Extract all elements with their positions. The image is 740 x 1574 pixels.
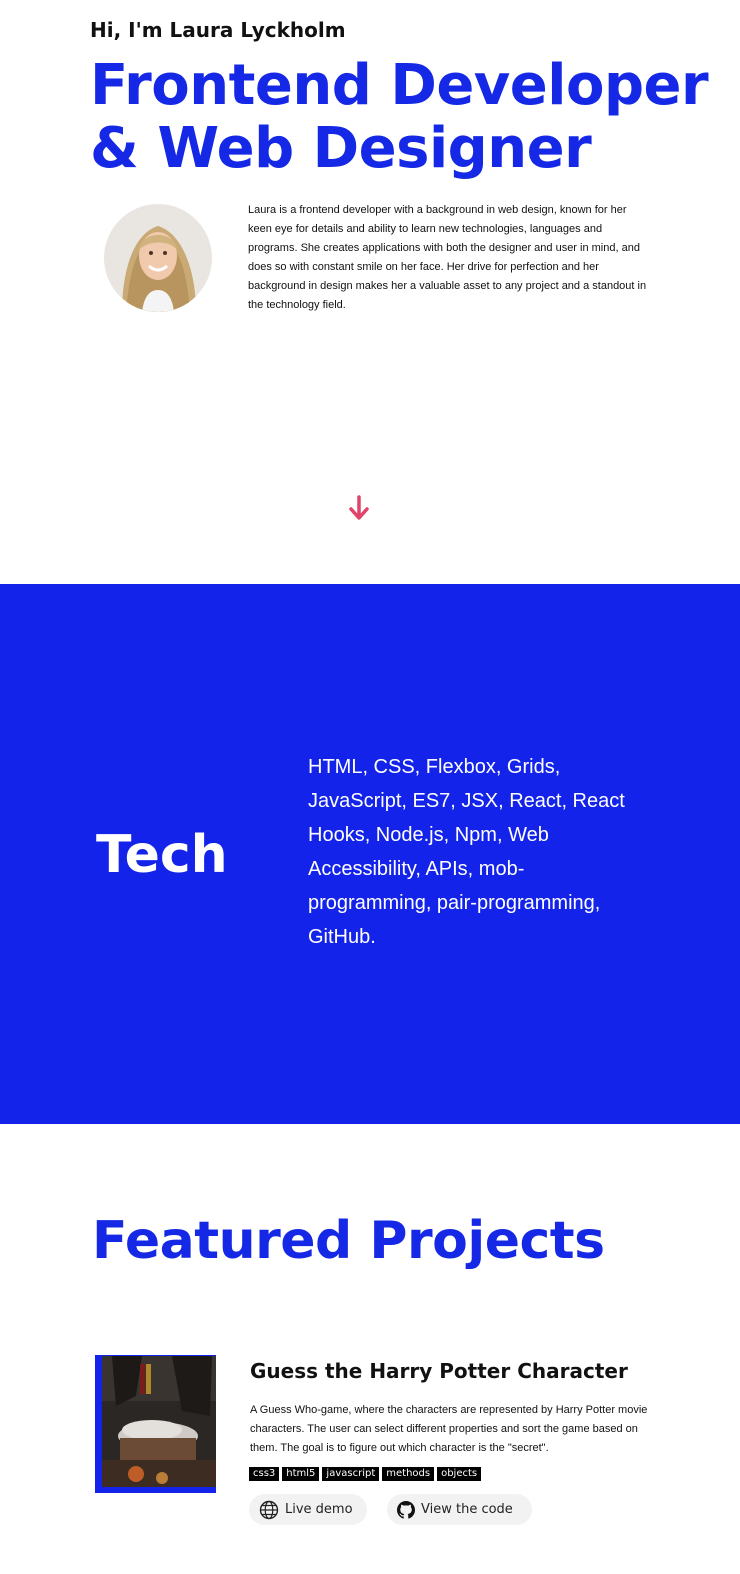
view-code-button[interactable]: View the code bbox=[387, 1494, 532, 1525]
headline-line-2: & Web Designer bbox=[90, 116, 592, 181]
project-title: Guess the Harry Potter Character bbox=[250, 1359, 628, 1383]
tech-title: Tech bbox=[96, 825, 228, 885]
featured-projects-title: Featured Projects bbox=[92, 1211, 605, 1271]
page-title: Frontend Developer & Web Designer bbox=[90, 54, 730, 180]
tag: methods bbox=[382, 1467, 435, 1481]
project-thumbnail[interactable] bbox=[95, 1355, 216, 1493]
tag: objects bbox=[437, 1467, 482, 1481]
tag: html5 bbox=[282, 1467, 320, 1481]
greeting: Hi, I'm Laura Lyckholm bbox=[90, 18, 346, 42]
tag: javascript bbox=[322, 1467, 380, 1481]
tag: css3 bbox=[249, 1467, 280, 1481]
project-image bbox=[102, 1356, 216, 1487]
view-code-label: View the code bbox=[421, 1502, 513, 1517]
arrow-down-icon[interactable] bbox=[346, 494, 372, 522]
bio-text: Laura is a frontend developer with a bac… bbox=[248, 204, 647, 311]
live-demo-label: Live demo bbox=[285, 1502, 353, 1517]
tech-list: HTML, CSS, Flexbox, Grids, JavaScript, E… bbox=[308, 756, 625, 948]
avatar bbox=[104, 204, 212, 312]
live-demo-button[interactable]: Live demo bbox=[249, 1494, 367, 1525]
hero-section: Hi, I'm Laura Lyckholm Frontend Develope… bbox=[0, 0, 740, 585]
headline-line-1: Frontend Developer bbox=[90, 53, 709, 118]
project-tags: css3 html5 javascript methods objects bbox=[249, 1467, 482, 1481]
github-icon bbox=[397, 1500, 415, 1519]
project-description: A Guess Who-game, where the characters a… bbox=[250, 1404, 648, 1454]
globe-icon bbox=[259, 1500, 279, 1519]
